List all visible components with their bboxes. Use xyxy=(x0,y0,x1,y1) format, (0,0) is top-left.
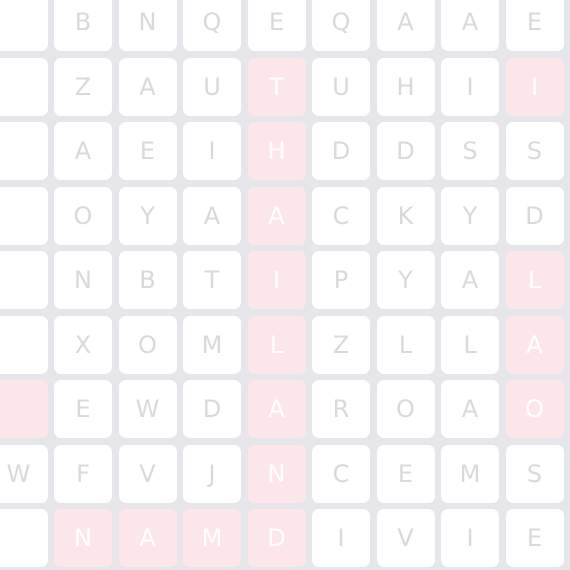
grid-cell[interactable]: S xyxy=(505,444,564,503)
grid-cell[interactable]: L xyxy=(505,251,564,309)
grid-cell[interactable]: R xyxy=(312,380,370,438)
grid-cell[interactable]: D xyxy=(505,186,564,245)
grid-cell[interactable]: N xyxy=(54,251,112,309)
grid-cell[interactable]: I xyxy=(312,509,370,567)
grid-cell[interactable]: D xyxy=(312,122,370,180)
grid-cell[interactable]: A xyxy=(441,0,499,51)
grid-cell[interactable]: T xyxy=(247,57,306,116)
grid-cell[interactable]: S xyxy=(441,122,499,180)
grid-cell[interactable]: V xyxy=(118,444,177,503)
grid-cell[interactable]: O xyxy=(54,186,112,245)
grid-cell[interactable]: A xyxy=(183,186,241,245)
grid-cell[interactable]: I xyxy=(183,122,241,180)
grid-cell[interactable]: V xyxy=(376,509,435,567)
grid-cell[interactable]: E xyxy=(376,444,435,503)
grid-cell[interactable]: A xyxy=(118,57,177,116)
grid-cell[interactable]: I xyxy=(505,57,564,116)
grid-cell[interactable]: I xyxy=(441,509,499,567)
grid-cell[interactable]: E xyxy=(505,509,564,567)
grid-cell[interactable]: D xyxy=(183,380,241,438)
grid-cell[interactable] xyxy=(0,57,48,116)
grid-cell[interactable] xyxy=(0,251,48,309)
grid-cell[interactable]: E xyxy=(247,0,306,51)
grid-cell[interactable]: A xyxy=(54,122,112,180)
grid-cell[interactable]: A xyxy=(441,380,499,438)
grid-cell[interactable]: A xyxy=(505,315,564,374)
grid-cell[interactable]: A xyxy=(441,251,499,309)
grid-cell[interactable]: M xyxy=(183,315,241,374)
grid-cell[interactable]: N xyxy=(118,0,177,51)
grid-cell[interactable]: U xyxy=(183,57,241,116)
grid-cell[interactable]: U xyxy=(312,57,370,116)
word-search-board: BNQEQAAEZAUTUHIITAEIHDDSSOYAACKYDNBTIPYA… xyxy=(0,0,570,570)
grid-cell[interactable]: Y xyxy=(376,251,435,309)
grid-cell[interactable]: Q xyxy=(183,0,241,51)
grid-cell[interactable]: W xyxy=(0,444,48,503)
grid-cell[interactable]: I xyxy=(441,57,499,116)
grid-cell[interactable] xyxy=(0,509,48,567)
grid-cell[interactable]: A xyxy=(247,186,306,245)
grid-cell[interactable]: E xyxy=(54,380,112,438)
grid-cell[interactable]: B xyxy=(54,0,112,51)
grid-cell[interactable] xyxy=(0,380,48,438)
grid-cell[interactable]: P xyxy=(312,251,370,309)
grid-cell[interactable] xyxy=(0,122,48,180)
grid-cell[interactable]: O xyxy=(376,380,435,438)
grid-cell[interactable]: L xyxy=(376,315,435,374)
grid-cell[interactable]: D xyxy=(247,509,306,567)
grid-cell[interactable]: N xyxy=(247,444,306,503)
grid-cell[interactable]: H xyxy=(376,57,435,116)
grid-cell[interactable]: E xyxy=(118,122,177,180)
grid-cell[interactable]: L xyxy=(441,315,499,374)
grid-cell[interactable]: M xyxy=(183,509,241,567)
grid-cell[interactable] xyxy=(0,315,48,374)
grid-cell[interactable]: J xyxy=(183,444,241,503)
grid-cell[interactable]: L xyxy=(247,315,306,374)
grid-cell[interactable]: Z xyxy=(54,57,112,116)
grid-cell[interactable]: C xyxy=(312,444,370,503)
grid-cell[interactable]: A xyxy=(247,380,306,438)
grid-cell[interactable]: M xyxy=(441,444,499,503)
grid-cell[interactable]: B xyxy=(118,251,177,309)
grid-cell[interactable]: N xyxy=(54,509,112,567)
grid-cell[interactable]: A xyxy=(376,0,435,51)
grid-cell[interactable]: O xyxy=(505,380,564,438)
grid-cell[interactable]: I xyxy=(247,251,306,309)
grid-cell[interactable]: S xyxy=(505,122,564,180)
grid-cell[interactable]: D xyxy=(376,122,435,180)
grid-cell[interactable]: A xyxy=(118,509,177,567)
grid-cell[interactable]: X xyxy=(54,315,112,374)
grid-cell[interactable] xyxy=(0,186,48,245)
grid-cell[interactable]: O xyxy=(118,315,177,374)
grid-cell[interactable]: W xyxy=(118,380,177,438)
grid-cell[interactable]: Y xyxy=(441,186,499,245)
grid-cell[interactable]: Q xyxy=(312,0,370,51)
grid-cell[interactable]: E xyxy=(505,0,564,51)
grid-cell[interactable]: F xyxy=(54,444,112,503)
grid-cell[interactable]: Z xyxy=(312,315,370,374)
grid-cell[interactable]: C xyxy=(312,186,370,245)
grid-cell[interactable]: H xyxy=(247,122,306,180)
grid-cell[interactable] xyxy=(0,0,48,51)
grid-cell[interactable]: Y xyxy=(118,186,177,245)
grid-cell[interactable]: T xyxy=(183,251,241,309)
grid-cell[interactable]: K xyxy=(376,186,435,245)
